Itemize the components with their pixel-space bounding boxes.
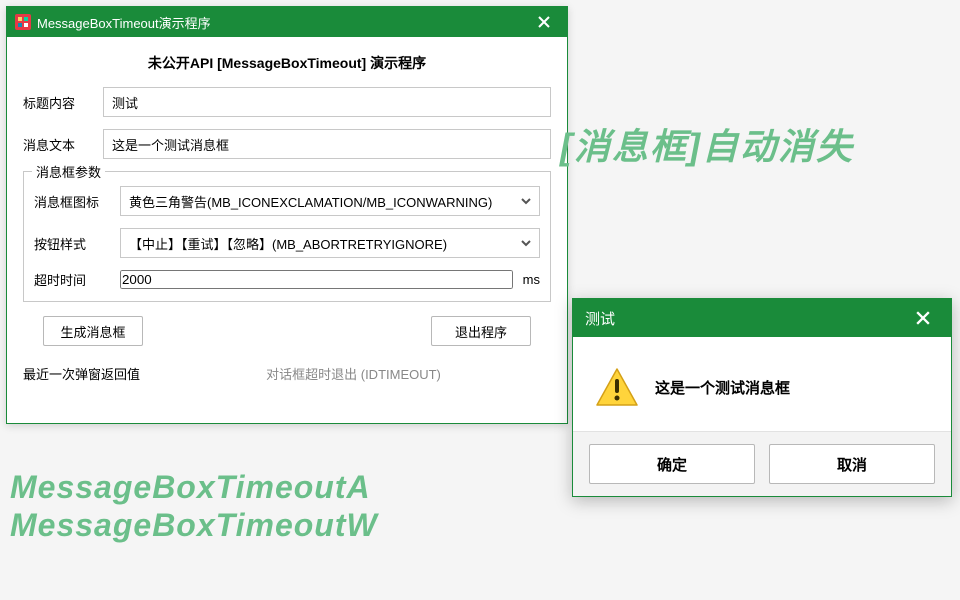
caption-left-line1: MessageBoxTimeoutA (10, 468, 378, 506)
label-message-text: 消息文本 (23, 135, 95, 154)
app-icon (15, 14, 31, 30)
label-button-style: 按钮样式 (34, 234, 112, 253)
generate-button[interactable]: 生成消息框 (43, 316, 143, 346)
message-box: 测试 这是一个测试消息框 确定 取消 (572, 298, 952, 497)
button-style-select[interactable]: 【中止】【重试】【忽略】(MB_ABORTRETRYIGNORE) (120, 228, 540, 258)
warning-icon (595, 365, 639, 409)
label-title-content: 标题内容 (23, 93, 95, 112)
label-timeout: 超时时间 (34, 270, 112, 289)
msgbox-footer: 确定 取消 (573, 431, 951, 496)
msgbox-close-button[interactable] (907, 304, 939, 332)
page-title: 未公开API [MessageBoxTimeout] 演示程序 (23, 53, 551, 73)
timeout-unit: ms (523, 272, 540, 287)
cancel-button[interactable]: 取消 (769, 444, 935, 484)
caption-left: MessageBoxTimeoutA MessageBoxTimeoutW (10, 468, 378, 545)
status-value: 对话框超时退出 (IDTIMEOUT) (156, 364, 551, 383)
titlebar[interactable]: MessageBoxTimeout演示程序 (7, 7, 567, 37)
timeout-input[interactable] (120, 270, 513, 289)
caption-top: [消息框]自动消失 (560, 118, 854, 170)
row-button-style: 按钮样式 【中止】【重试】【忽略】(MB_ABORTRETRYIGNORE) (34, 228, 540, 258)
caption-left-line2: MessageBoxTimeoutW (10, 506, 378, 544)
msgbox-body: 这是一个测试消息框 (573, 337, 951, 431)
client-area: 未公开API [MessageBoxTimeout] 演示程序 标题内容 消息文… (7, 37, 567, 391)
action-row: 生成消息框 退出程序 (23, 302, 551, 346)
params-group: 消息框参数 消息框图标 黄色三角警告(MB_ICONEXCLAMATION/MB… (23, 171, 551, 302)
close-icon (538, 16, 550, 28)
row-timeout: 超时时间 ms (34, 270, 540, 289)
close-button[interactable] (529, 10, 559, 34)
msgbox-titlebar[interactable]: 测试 (573, 299, 951, 337)
params-legend: 消息框参数 (32, 162, 105, 181)
ok-button[interactable]: 确定 (589, 444, 755, 484)
window-title: MessageBoxTimeout演示程序 (37, 13, 529, 32)
msgbox-title: 测试 (585, 308, 907, 329)
chevron-down-icon (519, 238, 533, 248)
label-icon: 消息框图标 (34, 192, 112, 211)
main-app-window: MessageBoxTimeout演示程序 未公开API [MessageBox… (6, 6, 568, 424)
icon-select-value: 黄色三角警告(MB_ICONEXCLAMATION/MB_ICONWARNING… (129, 192, 519, 211)
row-icon-select: 消息框图标 黄色三角警告(MB_ICONEXCLAMATION/MB_ICONW… (34, 186, 540, 216)
row-title-content: 标题内容 (23, 87, 551, 117)
close-icon (916, 311, 930, 325)
message-input[interactable] (103, 129, 551, 159)
msgbox-text: 这是一个测试消息框 (655, 377, 790, 398)
title-input[interactable] (103, 87, 551, 117)
button-style-value: 【中止】【重试】【忽略】(MB_ABORTRETRYIGNORE) (129, 234, 519, 253)
status-label: 最近一次弹窗返回值 (23, 364, 140, 383)
icon-select[interactable]: 黄色三角警告(MB_ICONEXCLAMATION/MB_ICONWARNING… (120, 186, 540, 216)
chevron-down-icon (519, 196, 533, 206)
row-message-text: 消息文本 (23, 129, 551, 159)
exit-button[interactable]: 退出程序 (431, 316, 531, 346)
status-row: 最近一次弹窗返回值 对话框超时退出 (IDTIMEOUT) (23, 364, 551, 383)
